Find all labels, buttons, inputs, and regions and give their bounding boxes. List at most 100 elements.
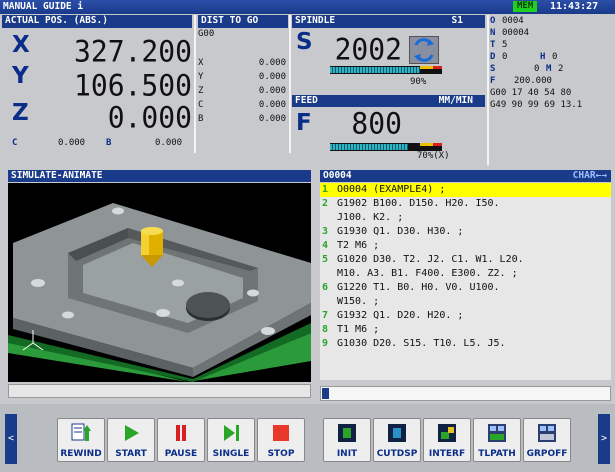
line-number: 4 [322,240,329,251]
modal-gcodes-2: G49 90 99 69 13.1 [490,100,583,110]
modal-gcodes-1: G00 17 40 54 80 [490,88,572,98]
softkey-cutdsp[interactable]: CUTDSP [373,418,421,462]
softkey-start[interactable]: START [107,418,155,462]
axis-y-label: Y [12,63,29,89]
program-line[interactable]: 5 G1020 D30. T2. J2. C1. W1. L20. [320,253,611,267]
modal-info-panel: O 0004 N 00004 T5 D0H0 S0M2 F 200.000 G00 1… [490,16,613,112]
program-line[interactable]: 8 T1 M6 ; [320,323,611,337]
line-code: O0004 (EXAMPLE4) ; [337,184,446,195]
input-buffer[interactable] [320,386,611,401]
program-number: O0004 [323,170,352,181]
pause-icon [170,422,192,444]
softkey-pause[interactable]: PAUSE [157,418,205,462]
simulation-status-bar [8,384,311,398]
modal-h-value: 0 [552,52,558,62]
line-number: 1 [322,184,329,195]
softkey-prev-arrow[interactable]: < [5,414,17,464]
softkey-interf-label: INTERF [428,449,466,459]
dist-axis-value: 0.000 [258,114,286,124]
feed-rate: 800 [351,106,402,141]
simulation-viewport[interactable] [8,183,311,382]
softkey-grpoff[interactable]: GRPOFF [523,418,571,462]
softkey-stop-label: STOP [267,449,295,459]
spindle-title: SPINDLE [295,15,336,26]
spindle-rotation-icon [409,36,439,64]
edit-mode: CHAR←→ [572,170,607,181]
dist-axis-value: 0.000 [258,58,286,68]
program-line[interactable]: 9 G1030 D20. S15. T10. L5. J5. [320,337,611,351]
line-code: G1902 B100. D150. H20. I50. [337,198,500,209]
program-line[interactable]: 3 G1930 Q1. D30. H30. ; [320,225,611,239]
program-line-current[interactable]: 1 O0004 (EXAMPLE4) ; [320,183,611,197]
feed-title: FEED [295,95,318,106]
feed-override-fill [330,144,409,150]
softkey-tlpath-label: TLPATH [478,449,516,459]
dist-axis-label: Z [198,86,204,96]
divider [487,15,489,165]
spindle-header: SPINDLE S1 [292,15,485,28]
spindle-load-meter [330,66,442,74]
program-line[interactable]: 2 G1902 B100. D150. H20. I50. [320,197,611,211]
program-line[interactable]: 6 G1220 T1. B0. H0. V0. U100. [320,281,611,295]
interference-icon [436,422,458,444]
modal-n-value: 00004 [502,28,530,38]
line-code: G1020 D30. T2. J2. C1. W1. L20. [337,254,524,265]
line-number: 6 [322,282,329,293]
axis-x-value: 327.200 [73,34,192,69]
axis-y-value: 106.500 [73,68,192,103]
init-icon [336,422,358,444]
dist-axis-label: X [198,58,204,68]
workpiece-render [8,203,311,382]
program-line[interactable]: 4 T2 M6 ; [320,239,611,253]
play-icon [120,422,142,444]
line-number: 9 [322,338,329,349]
softkey-rewind-label: REWIND [60,449,102,459]
softkey-rewind[interactable]: REWIND [57,418,105,462]
axis-z-value: 0.000 [107,100,192,135]
softkey-interf[interactable]: INTERF [423,418,471,462]
softkey-next-arrow[interactable]: > [598,414,610,464]
program-line-continuation: J100. K2. ; [337,212,404,223]
modal-t-value: 5 [502,40,508,50]
line-number: 3 [322,226,329,237]
program-header: O0004 CHAR←→ [320,170,611,182]
cursor [322,388,329,399]
divider [194,15,196,153]
spindle-speed: 2002 [334,32,402,67]
modal-o-value: 0004 [502,16,524,26]
feed-unit: MM/MIN [438,95,473,106]
softkey-grpoff-label: GRPOFF [526,449,568,459]
line-code: T2 M6 ; [337,240,380,251]
softkey-tlpath[interactable]: TLPATH [473,418,521,462]
modal-o-label: O [490,16,496,26]
program-listing[interactable]: 1 O0004 (EXAMPLE4) ; 2 G1902 B100. D150. H… [320,183,611,380]
dist-axis-value: 0.000 [258,86,286,96]
dist-to-go-list: X 0.000 Y 0.000 Z 0.000 C 0.000 B 0.000 [198,58,286,128]
softkey-single[interactable]: SINGLE [207,418,255,462]
program-line-continuation: W150. ; [337,296,380,307]
modal-s-value: 0 [534,64,540,74]
line-code: G1030 D20. S15. T10. L5. J5. [337,338,506,349]
stop-icon [270,422,292,444]
modal-m-label: M [546,64,552,74]
dist-axis-label: C [198,100,204,110]
softkey-cutdsp-label: CUTDSP [376,449,418,459]
softkey-single-label: SINGLE [212,449,250,459]
spindle-load-percent: 90% [410,77,427,87]
program-line[interactable]: 7 G1932 Q1. D20. H20. ; [320,309,611,323]
softkey-pause-label: PAUSE [164,449,198,459]
line-number: 8 [322,324,329,335]
modal-n-label: N [490,28,496,38]
simulate-header-bar: SIMULATE-ANIMATE [8,170,311,182]
axis-c-label: C [12,138,18,148]
actual-pos-header: ACTUAL POS. (ABS.) [2,15,192,28]
single-step-icon [220,422,242,444]
axis-b-label: B [106,138,112,148]
line-code: G1220 T1. B0. H0. V0. U100. [337,282,500,293]
softkey-stop[interactable]: STOP [257,418,305,462]
softkey-init-label: INIT [336,449,358,459]
feed-override-percent: 70%(X) [417,151,450,161]
divider [289,15,291,153]
softkey-init[interactable]: INIT [323,418,371,462]
line-code: G1932 Q1. D20. H20. ; [337,310,464,321]
